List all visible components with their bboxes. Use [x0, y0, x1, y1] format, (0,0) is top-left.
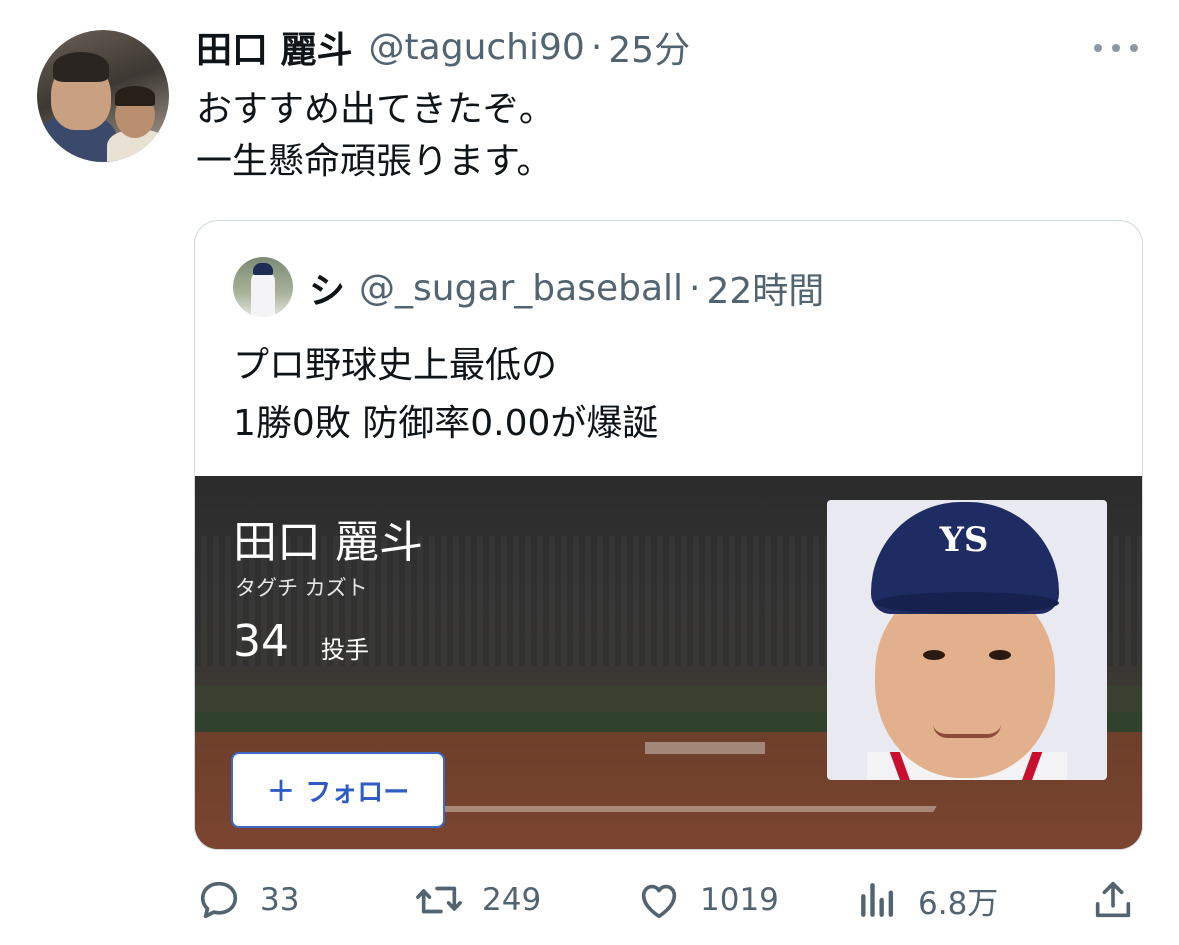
- cap-logo-icon: YS: [939, 520, 989, 560]
- quoted-author-handle[interactable]: @_sugar_baseball: [359, 268, 683, 309]
- retweet-count: 249: [482, 882, 542, 918]
- player-photo: YS: [827, 500, 1107, 780]
- follow-button[interactable]: + フォロー: [231, 752, 445, 828]
- views-icon: [861, 883, 894, 917]
- reply-count: 33: [260, 882, 300, 918]
- separator-dot: ·: [689, 267, 701, 309]
- share-button[interactable]: [1090, 870, 1154, 930]
- follow-label: フォロー: [305, 777, 410, 808]
- quoted-tweet-header: シ @_sugar_baseball · 22時間: [309, 262, 825, 314]
- player-number: 34: [233, 616, 289, 667]
- tweet-text: おすすめ出てきたぞ。 一生懸命頑張ります。: [196, 84, 555, 188]
- reply-button[interactable]: 33: [196, 870, 299, 930]
- player-name: 田口 麗斗: [233, 517, 423, 568]
- quoted-text-line: 1勝0敗 防御率0.00が爆誕: [233, 403, 659, 444]
- right-eye: [989, 650, 1011, 660]
- player-position: 投手: [321, 636, 369, 664]
- separator-dot: ·: [590, 26, 603, 68]
- tweet-header: 田口 麗斗 @taguchi90 · 25分: [196, 21, 690, 73]
- author-name[interactable]: 田口 麗斗: [196, 21, 353, 73]
- reply-icon: [200, 881, 238, 919]
- views-count: 6.8万: [918, 885, 999, 922]
- quoted-tweet-text: プロ野球史上最低の 1勝0敗 防御率0.00が爆誕: [233, 337, 658, 453]
- player-kana: タグチ カズト: [235, 576, 368, 600]
- pitchers-plate: [645, 742, 765, 754]
- plus-icon: +: [266, 770, 296, 810]
- tweet-text-line: 一生懸命頑張ります。: [196, 141, 553, 182]
- quoted-author-name[interactable]: シ: [309, 262, 345, 314]
- views-button[interactable]: 6.8万: [856, 870, 998, 930]
- player-card-image[interactable]: 田口 麗斗 タグチ カズト 34 投手 + フォロー YS: [195, 476, 1142, 849]
- heart-icon: [641, 884, 677, 919]
- retweet-button[interactable]: 249: [414, 870, 541, 930]
- author-handle[interactable]: @taguchi90: [369, 27, 585, 68]
- like-button[interactable]: 1019: [636, 870, 779, 930]
- author-avatar[interactable]: [37, 30, 169, 162]
- quoted-author-avatar[interactable]: [233, 257, 293, 317]
- like-count: 1019: [700, 882, 779, 918]
- more-horizontal-icon[interactable]: [1094, 40, 1138, 56]
- tweet-text-line: おすすめ出てきたぞ。: [196, 89, 555, 130]
- tweet-timestamp[interactable]: 25分: [608, 21, 690, 73]
- share-icon: [1095, 881, 1131, 918]
- retweet-icon: [416, 886, 462, 914]
- tweet-actions: 33 249 1019 6.8万: [0, 870, 1179, 930]
- base-line: [433, 806, 937, 812]
- quoted-text-line: プロ野球史上最低の: [233, 345, 558, 386]
- smile: [933, 724, 1001, 738]
- left-eye: [923, 650, 945, 660]
- cap-brim: [875, 592, 1059, 614]
- quoted-tweet-timestamp[interactable]: 22時間: [707, 262, 825, 314]
- quoted-tweet[interactable]: シ @_sugar_baseball · 22時間 プロ野球史上最低の 1勝0敗…: [194, 220, 1143, 850]
